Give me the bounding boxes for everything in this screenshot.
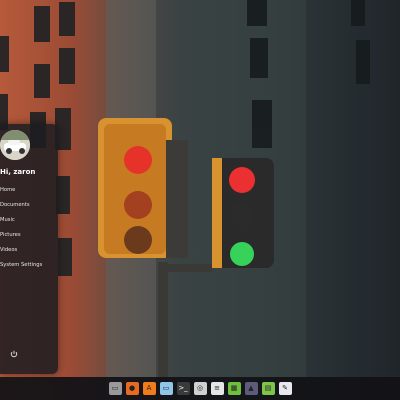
traffic-light-wallpaper-image — [0, 0, 370, 400]
user-menu-panel: Hi, zaron Home Documents Music Pictures … — [0, 124, 58, 374]
taskbar: ▭ ● A ▭ >_ ◎ ≡ ▦ ▲ ▤ ✎ — [0, 377, 400, 400]
menu-item-music[interactable]: Music — [0, 213, 58, 228]
desktop-wallpaper — [0, 0, 400, 400]
store-icon[interactable]: ▲ — [244, 382, 258, 395]
file-manager-icon[interactable]: ▭ — [108, 382, 122, 395]
notes-icon[interactable]: ✎ — [278, 382, 292, 395]
places-menu: Home Documents Music Pictures Videos Sys… — [0, 183, 58, 273]
spreadsheet-icon[interactable]: ▦ — [227, 382, 241, 395]
text-editor-icon[interactable]: ≡ — [210, 382, 224, 395]
menu-item-pictures[interactable]: Pictures — [0, 228, 58, 243]
power-icon[interactable] — [10, 350, 18, 358]
settings-icon[interactable]: ◎ — [193, 382, 207, 395]
menu-item-videos[interactable]: Videos — [0, 243, 58, 258]
menu-item-home[interactable]: Home — [0, 183, 58, 198]
user-greeting: Hi, zaron — [0, 168, 36, 176]
calc-icon[interactable]: ▤ — [261, 382, 275, 395]
user-avatar[interactable] — [0, 130, 30, 160]
menu-item-documents[interactable]: Documents — [0, 198, 58, 213]
car-avatar-image — [0, 130, 30, 160]
software-manager-icon[interactable]: A — [142, 382, 156, 395]
firefox-icon[interactable]: ● — [125, 382, 139, 395]
terminal-icon[interactable]: >_ — [176, 382, 190, 395]
menu-item-system-settings[interactable]: System Settings — [0, 258, 58, 273]
image-viewer-icon[interactable]: ▭ — [159, 382, 173, 395]
